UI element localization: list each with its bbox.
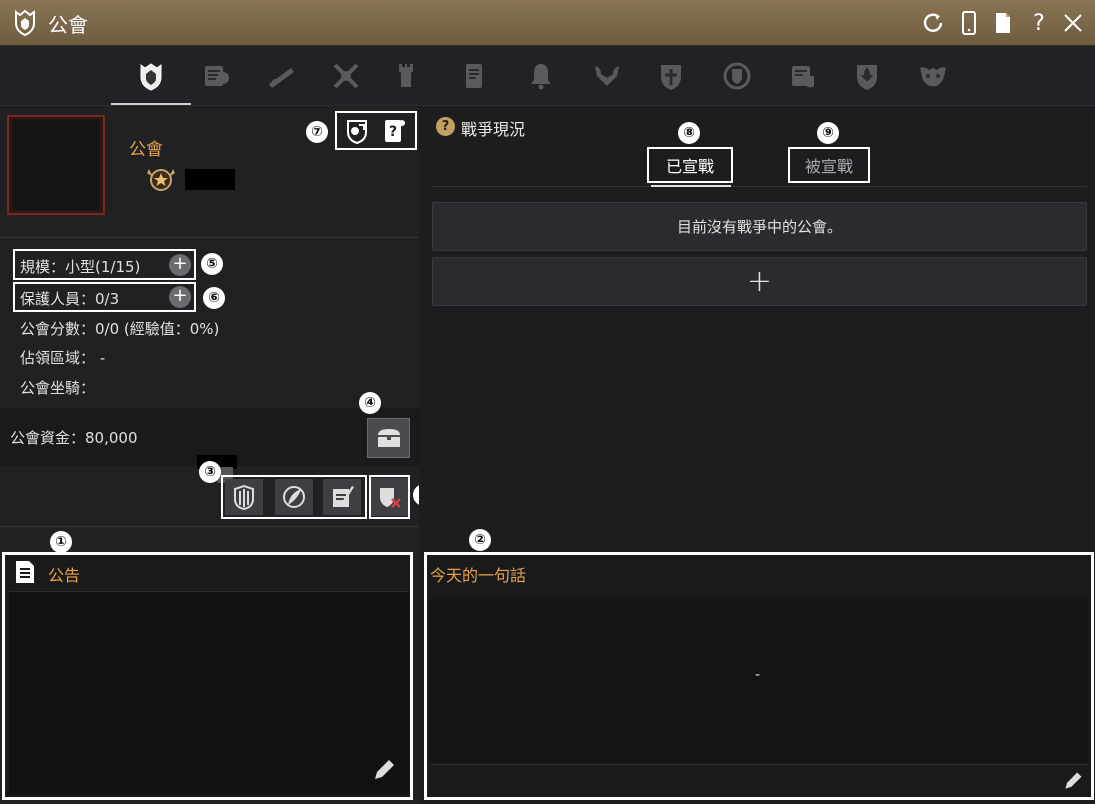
shield-cross-icon: [661, 65, 681, 90]
notice-content: [9, 591, 409, 794]
mask-icon: [920, 67, 946, 87]
badge-5: ⑤: [201, 253, 223, 275]
guild-master-rank-icon: [147, 169, 175, 191]
tab-territory[interactable]: [847, 56, 887, 96]
add-guard-button[interactable]: +: [169, 286, 191, 308]
badge-4: ④: [359, 392, 381, 414]
guild-master-name: [185, 169, 235, 190]
notice-icon: [16, 561, 34, 583]
guild-rules-icon[interactable]: ?: [381, 117, 407, 145]
guild-buff-button[interactable]: [275, 479, 313, 515]
guild-emblem-edit-icon[interactable]: [345, 117, 369, 145]
tab-honor[interactable]: [717, 56, 757, 96]
battle-axes-icon: [595, 66, 619, 86]
mobile-icon[interactable]: [955, 8, 983, 38]
tab-battle[interactable]: [587, 56, 627, 96]
declare-war-button[interactable]: +: [432, 257, 1087, 306]
chest-icon: [377, 429, 400, 447]
tab-castle[interactable]: [386, 56, 426, 96]
edit-motto-icon[interactable]: [1062, 770, 1084, 792]
notice-title: 公告: [48, 566, 81, 585]
guild-storage-button[interactable]: [367, 418, 410, 458]
expand-scale-button[interactable]: +: [169, 254, 191, 276]
tower-icon: [399, 64, 413, 87]
guild-shield-icon: [15, 9, 35, 37]
tab-faction[interactable]: [913, 56, 953, 96]
bell-icon: [531, 64, 551, 90]
quest-scroll-icon: [466, 64, 482, 88]
active-tab-indicator: [111, 103, 191, 105]
fleur-shield-icon: [857, 65, 877, 90]
leave-guild-button[interactable]: [371, 478, 408, 516]
motto-divider: [430, 764, 1088, 765]
document-icon[interactable]: [989, 8, 1017, 38]
war-tabs-divider: [432, 186, 1087, 187]
guild-skill-button[interactable]: [225, 479, 263, 515]
guild-territory: 佔領區域： -: [20, 349, 106, 367]
guild-funds: 公會資金：80,000: [10, 429, 138, 447]
guild-recruit-button[interactable]: [323, 479, 361, 515]
tab-alerts[interactable]: [521, 56, 561, 96]
close-icon[interactable]: [1059, 8, 1087, 38]
tab-guild-info[interactable]: [131, 56, 171, 96]
contract-scroll-icon: [792, 66, 814, 88]
tab-received-war[interactable]: 被宣戰: [788, 147, 870, 183]
shield-remove-icon: [379, 488, 401, 508]
guild-shield-icon: [140, 63, 162, 91]
laurel-shield-icon: [723, 62, 751, 90]
badge-1: ①: [50, 531, 72, 553]
badge-9: ⑨: [817, 122, 839, 144]
guild-emblem[interactable]: [7, 115, 105, 215]
badge-8: ⑧: [678, 122, 700, 144]
crossed-weapons-icon: [333, 63, 359, 89]
war-help-icon[interactable]: ?: [436, 117, 455, 136]
guild-guards: 保護人員：0/3: [20, 290, 120, 308]
war-tab-indicator: [651, 185, 731, 187]
badge-2: ②: [469, 529, 491, 551]
tab-declared-war[interactable]: 已宣戰: [647, 147, 733, 183]
tab-alliance[interactable]: [651, 56, 691, 96]
edit-notice-icon[interactable]: [371, 757, 397, 783]
member-scroll-icon: [205, 66, 229, 86]
motto-title: 今天的一句話: [430, 566, 527, 585]
feather-slash-icon: [283, 486, 305, 508]
war-status-title: 戰爭現況: [461, 120, 526, 139]
quill-document-icon: [333, 486, 354, 507]
tab-scout[interactable]: [261, 56, 301, 96]
war-empty-message: 目前沒有戰爭中的公會。: [432, 202, 1087, 251]
badge-7: ⑦: [306, 121, 328, 143]
svg-text:?: ?: [389, 124, 397, 140]
guild-name: 公會: [129, 140, 163, 160]
guild-score: 公會分數：0/0 (經驗值：0%): [20, 320, 220, 338]
tab-quests[interactable]: [454, 56, 494, 96]
window-title: 公會: [48, 13, 88, 37]
tab-members[interactable]: [196, 56, 236, 96]
guild-scale: 規模：小型(1/15): [20, 258, 141, 276]
tab-war[interactable]: [326, 56, 366, 96]
telescope-icon: [269, 68, 294, 88]
guild-mount: 公會坐騎：: [20, 379, 96, 397]
badge-3: ③: [199, 461, 221, 483]
tab-contract[interactable]: [783, 56, 823, 96]
refresh-icon[interactable]: [919, 8, 947, 38]
guild-crest-icon: [234, 484, 254, 511]
badge-6: ⑥: [203, 287, 225, 309]
help-icon[interactable]: ?: [1025, 8, 1053, 38]
motto-text: -: [755, 667, 761, 683]
title-bar: 公會 ?: [0, 0, 1095, 46]
